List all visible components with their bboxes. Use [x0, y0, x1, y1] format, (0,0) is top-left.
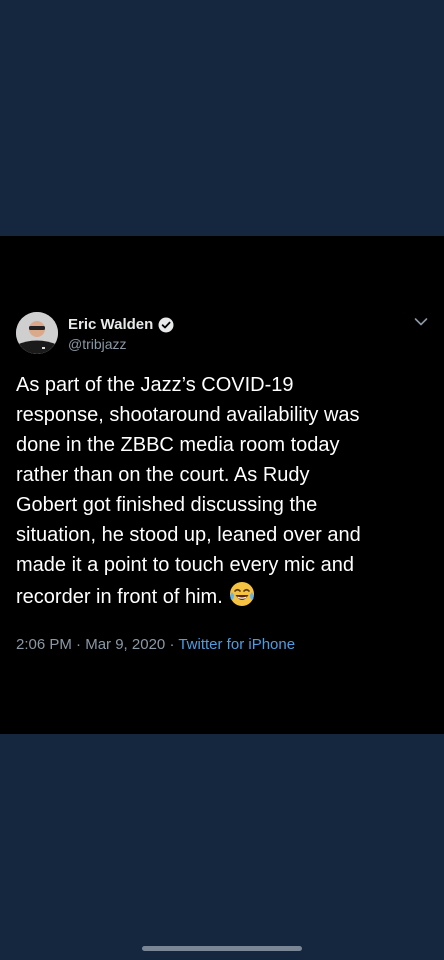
home-indicator[interactable] [142, 946, 302, 951]
meta-separator: · [169, 636, 175, 653]
author-display-name[interactable]: Eric Walden [68, 316, 153, 333]
tweet-text-line: made it a point to touch every mic and [16, 554, 354, 576]
screenshot-page: Eric Walden @tribjazz As part of the Jaz… [0, 0, 444, 960]
tweet-text-line: rather than on the court. As Rudy [16, 464, 310, 486]
tweet-text-line: situation, he stood up, leaned over and [16, 524, 361, 546]
tweet-card[interactable]: Eric Walden @tribjazz As part of the Jaz… [0, 236, 444, 734]
author-handle[interactable]: @tribjazz [68, 336, 127, 352]
tweet-text-line: As part of the Jazz’s COVID-19 [16, 374, 294, 396]
avatar-image [16, 312, 58, 354]
tears-of-joy-emoji [228, 580, 256, 608]
tweet-text-line: Gobert got finished discussing the [16, 494, 318, 516]
tweet-text-line: done in the ZBBC media room today [16, 434, 340, 456]
tweet-text-line: response, shootaround availability was [16, 404, 360, 426]
tweet-meta: 2:06 PM · Mar 9, 2020 · Twitter for iPho… [16, 636, 295, 653]
meta-separator: · [76, 636, 82, 653]
tweet-time[interactable]: 2:06 PM [16, 636, 72, 653]
tweet-source-link[interactable]: Twitter for iPhone [178, 636, 295, 653]
tweet-text-line: recorder in front of him. [16, 586, 223, 608]
author-name-row[interactable]: Eric Walden [68, 316, 174, 333]
tweet-date[interactable]: Mar 9, 2020 [85, 636, 165, 653]
verified-badge-icon [158, 317, 174, 333]
avatar[interactable] [16, 312, 58, 354]
chevron-down-icon[interactable] [414, 314, 428, 326]
tweet-text: As part of the Jazz’s COVID-19 response,… [16, 370, 428, 612]
